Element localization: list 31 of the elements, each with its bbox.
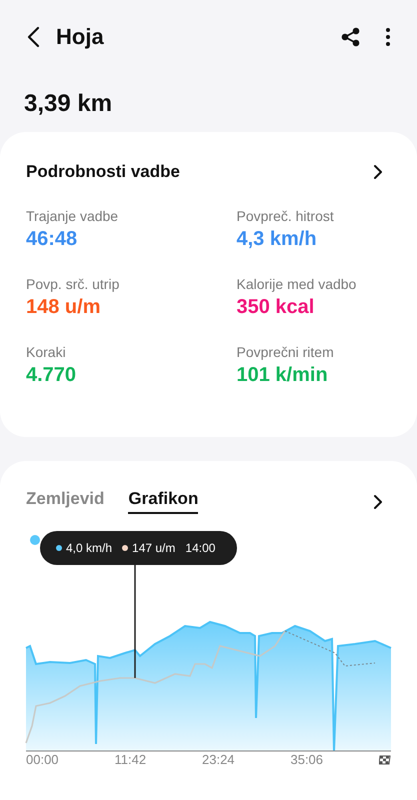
- finish-flag-icon: [378, 754, 391, 764]
- share-icon[interactable]: [341, 27, 361, 47]
- stat-value: 350 kcal: [236, 296, 316, 319]
- stat-label: Povp. srč. utrip: [26, 276, 120, 292]
- axis-label: 11:42: [114, 752, 146, 767]
- stat-value: 4.770: [26, 364, 78, 387]
- card-title: Podrobnosti vadbe: [26, 162, 180, 182]
- stat-label: Koraki: [26, 344, 67, 360]
- axis-label: 00:00: [26, 752, 59, 767]
- distance-value: 3,39 km: [23, 89, 114, 119]
- stat-label: Kalorije med vadbo: [236, 276, 358, 292]
- back-icon: [26, 26, 40, 48]
- tooltip-value: 14:00: [185, 541, 216, 555]
- stat-label: Trajanje vadbe: [26, 208, 120, 224]
- chevron-right-icon[interactable]: [373, 164, 383, 180]
- stat-value: 4,3 km/h: [236, 228, 318, 251]
- stat-label: Povprečni ritem: [236, 344, 335, 360]
- page-title: Hoja: [56, 24, 104, 50]
- marker-dot: [30, 535, 40, 545]
- chevron-right-icon[interactable]: [373, 494, 383, 510]
- axis-label: 35:06: [290, 752, 324, 767]
- stat-label: Povpreč. hitrost: [236, 208, 335, 224]
- tab[interactable]: Grafikon: [128, 489, 198, 514]
- axis-label: 23:24: [202, 752, 235, 767]
- tooltip-value: 147 u/m: [132, 541, 176, 555]
- tab[interactable]: Zemljevid: [26, 489, 104, 514]
- stat-value: 101 k/min: [236, 364, 329, 387]
- more-icon[interactable]: [385, 27, 391, 47]
- stat-value: 46:48: [26, 228, 78, 251]
- stat-value: 148 u/m: [26, 296, 102, 319]
- tooltip-value: 4,0 km/h: [66, 541, 112, 555]
